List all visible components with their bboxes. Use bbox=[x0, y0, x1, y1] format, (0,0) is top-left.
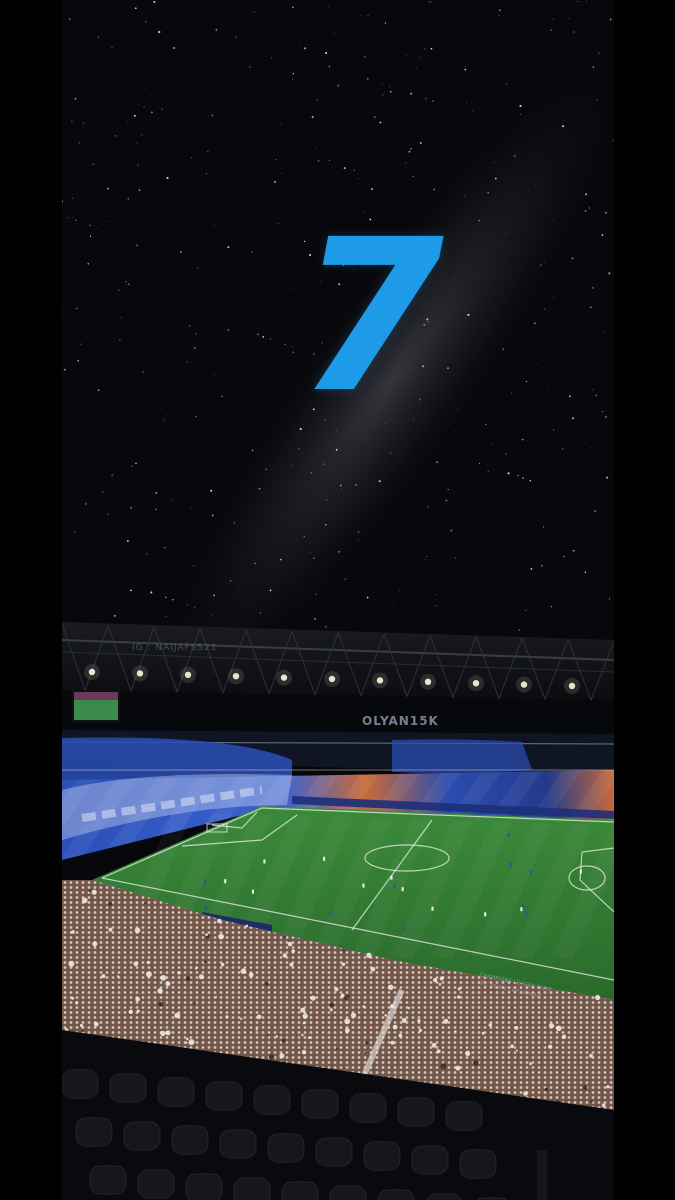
instagram-watermark: IG : NAIJAFSS21 bbox=[132, 643, 218, 653]
stadium-photo: 7 IG : NAIJAFSS21 OLYAN15K CHAMPIONS LEA… bbox=[62, 0, 614, 1200]
photographer-watermark: OLYAN15K bbox=[362, 714, 439, 728]
story-frame: 7 IG : NAIJAFSS21 OLYAN15K CHAMPIONS LEA… bbox=[0, 0, 675, 1200]
stadium-illustration bbox=[62, 0, 614, 1200]
story-number: 7 bbox=[297, 194, 444, 439]
